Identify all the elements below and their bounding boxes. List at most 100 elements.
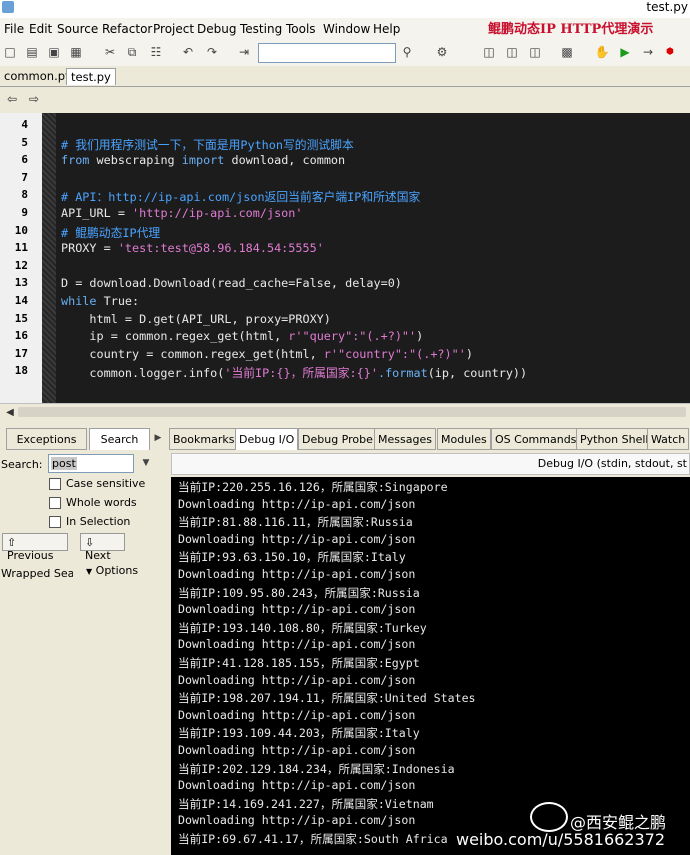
cut-icon[interactable]: ✂ bbox=[102, 44, 118, 60]
back-arrow-icon[interactable]: ⇦ bbox=[4, 91, 20, 107]
tab-scroll-right-icon[interactable]: ▶ bbox=[150, 430, 166, 446]
console-output-line: Downloading http://ip-api.com/json bbox=[178, 637, 416, 652]
tab-exceptions[interactable]: Exceptions bbox=[6, 428, 87, 450]
code-token: '当前IP:{}，所属国家:{}' bbox=[224, 366, 378, 381]
code-line: # API：http://ip-api.com/json返回当前客户端IP和所述… bbox=[61, 188, 420, 205]
step-over-icon[interactable]: ◫ bbox=[504, 44, 520, 60]
tab-bookmarks[interactable]: Bookmarks bbox=[169, 428, 239, 450]
menu-project[interactable]: Project bbox=[153, 22, 194, 36]
search-label: Search: bbox=[1, 458, 43, 471]
menu-testing[interactable]: Testing bbox=[240, 22, 282, 36]
code-token: ) bbox=[416, 329, 424, 344]
menu-file[interactable]: File bbox=[4, 22, 24, 36]
menu-help[interactable]: Help bbox=[373, 22, 400, 36]
scroll-thumb[interactable] bbox=[18, 407, 686, 417]
menu-source[interactable]: Source bbox=[57, 22, 98, 36]
line-number: 4 bbox=[21, 118, 28, 131]
copy-icon[interactable]: ⧉ bbox=[124, 44, 140, 60]
title-bar: test.py bbox=[0, 0, 690, 18]
menu-refactor[interactable]: Refactor bbox=[102, 22, 152, 36]
tab-debug-io[interactable]: Debug I/O bbox=[235, 428, 299, 450]
previous-button[interactable]: ⇧ Previous bbox=[2, 533, 68, 562]
redo-icon[interactable]: ↷ bbox=[204, 44, 220, 60]
console-output-line: Downloading http://ip-api.com/json bbox=[178, 496, 416, 511]
code-token: download, common bbox=[224, 153, 346, 168]
code-line: country = common.regex_get(html, r'"coun… bbox=[61, 347, 473, 361]
in-selection-checkbox[interactable] bbox=[49, 516, 61, 528]
indent-icon[interactable]: ⇥ bbox=[236, 44, 252, 60]
code-token: # 鲲鹏动态IP代理 bbox=[61, 225, 161, 240]
whole-words-checkbox[interactable] bbox=[49, 497, 61, 509]
code-editor[interactable]: 4 5 6 7 8 9 10 11 12 13 14 15 16 17 18 # 我们用程序测试一下，下面是… bbox=[0, 113, 690, 403]
undo-icon[interactable]: ↶ bbox=[180, 44, 196, 60]
menu-window[interactable]: Window bbox=[323, 22, 370, 36]
open-folder-icon[interactable]: ▤ bbox=[24, 44, 40, 60]
code-token: 'http://ip-api.com/json' bbox=[132, 206, 303, 220]
options-button[interactable]: ▼ Options bbox=[86, 564, 138, 582]
case-sensitive-checkbox[interactable] bbox=[49, 478, 61, 490]
search-field[interactable]: post bbox=[48, 454, 134, 473]
editor-horizontal-scrollbar[interactable]: ◀ bbox=[0, 403, 690, 420]
tab-modules[interactable]: Modules bbox=[437, 428, 491, 450]
next-button[interactable]: ⇩ Next bbox=[80, 533, 125, 562]
line-number: 17 bbox=[14, 346, 28, 360]
fold-margin bbox=[42, 113, 56, 403]
code-token: from bbox=[61, 153, 90, 168]
line-number: 18 bbox=[14, 364, 28, 378]
code-line: # 鲲鹏动态IP代理 bbox=[61, 224, 160, 241]
console-output-line: Downloading http://ip-api.com/json bbox=[178, 813, 416, 828]
tab-search[interactable]: Search bbox=[89, 428, 150, 450]
code-line: common.logger.info('当前IP:{}，所属国家:{}'.for… bbox=[61, 364, 527, 381]
search-history-dropdown-icon[interactable]: ▼ bbox=[138, 455, 154, 471]
paste-icon[interactable]: ☷ bbox=[148, 44, 164, 60]
code-line: # 我们用程序测试一下，下面是用Python写的测试脚本 bbox=[61, 136, 354, 153]
tab-debug-probe[interactable]: Debug Probe bbox=[298, 428, 377, 450]
tab-watch[interactable]: Watch bbox=[647, 428, 690, 450]
step-into-icon[interactable]: ◫ bbox=[481, 44, 497, 60]
debug-io-panel: Bookmarks Debug I/O Debug Probe Messages… bbox=[166, 427, 690, 855]
tab-common-py[interactable]: common.py bbox=[0, 68, 76, 85]
next-label: Next bbox=[85, 549, 111, 562]
tab-messages[interactable]: Messages bbox=[374, 428, 436, 450]
code-token: PROXY = bbox=[61, 241, 118, 256]
menu-debug[interactable]: Debug bbox=[197, 22, 236, 36]
console-output-line: 当前IP:93.63.150.10，所属国家:Italy bbox=[178, 550, 406, 565]
stop-icon[interactable]: ⬢ bbox=[662, 44, 678, 60]
console-output-line: Downloading http://ip-api.com/json bbox=[178, 567, 416, 581]
code-token: .format bbox=[377, 366, 428, 381]
up-arrow-icon: ⇧ bbox=[7, 536, 17, 549]
search-options-icon[interactable]: ⚙ bbox=[434, 44, 450, 60]
step-icon[interactable]: → bbox=[640, 44, 656, 60]
tab-os-commands[interactable]: OS Commands bbox=[491, 428, 581, 450]
line-number: 8 bbox=[21, 188, 28, 202]
console-output-line: 当前IP:198.207.194.11，所属国家:United States bbox=[178, 691, 476, 706]
debug-io-header: Debug I/O (stdin, stdout, st bbox=[171, 453, 690, 475]
console-output-line: 当前IP:193.109.44.203，所属国家:Italy bbox=[178, 726, 420, 741]
run-config-icon[interactable]: ▩ bbox=[559, 44, 575, 60]
find-icon[interactable]: ⚲ bbox=[399, 44, 415, 60]
forward-arrow-icon[interactable]: ⇨ bbox=[26, 91, 42, 107]
code-token: html = D.get(API_URL, proxy=PROXY) bbox=[61, 311, 331, 326]
menu-edit[interactable]: Edit bbox=[29, 22, 52, 36]
code-token: 'test:test@58.96.184.54:5555' bbox=[117, 241, 324, 256]
save-icon[interactable]: ▣ bbox=[46, 44, 62, 60]
scroll-left-icon[interactable]: ◀ bbox=[2, 404, 18, 420]
breakpoint-hand-icon[interactable]: ✋ bbox=[594, 44, 610, 60]
code-token: ) bbox=[465, 346, 473, 361]
run-icon[interactable]: ▶ bbox=[617, 44, 633, 60]
tab-python-shell[interactable]: Python Shell bbox=[576, 428, 653, 450]
save-all-icon[interactable]: ▦ bbox=[68, 44, 84, 60]
step-out-icon[interactable]: ◫ bbox=[527, 44, 543, 60]
toolbar-search-input[interactable] bbox=[258, 43, 396, 63]
video-watermark: 鲲鹏动态IP HTTP代理演示 bbox=[488, 22, 654, 37]
navigation-bar: ⇦ ⇨ bbox=[0, 87, 690, 113]
tab-test-py[interactable]: test.py bbox=[66, 68, 116, 85]
code-token: r'"country":"(.+?)"' bbox=[323, 346, 466, 361]
panel-splitter[interactable] bbox=[0, 419, 690, 427]
options-dropdown-icon: ▼ bbox=[86, 567, 93, 576]
menu-tools[interactable]: Tools bbox=[286, 22, 316, 36]
line-number: 5 bbox=[21, 135, 28, 149]
menu-bar: File Edit Source Refactor Project Debug … bbox=[0, 18, 690, 41]
new-file-icon[interactable]: □ bbox=[2, 44, 18, 60]
search-panel: Exceptions Search ▶ Search: post ▼ Case … bbox=[0, 427, 166, 855]
